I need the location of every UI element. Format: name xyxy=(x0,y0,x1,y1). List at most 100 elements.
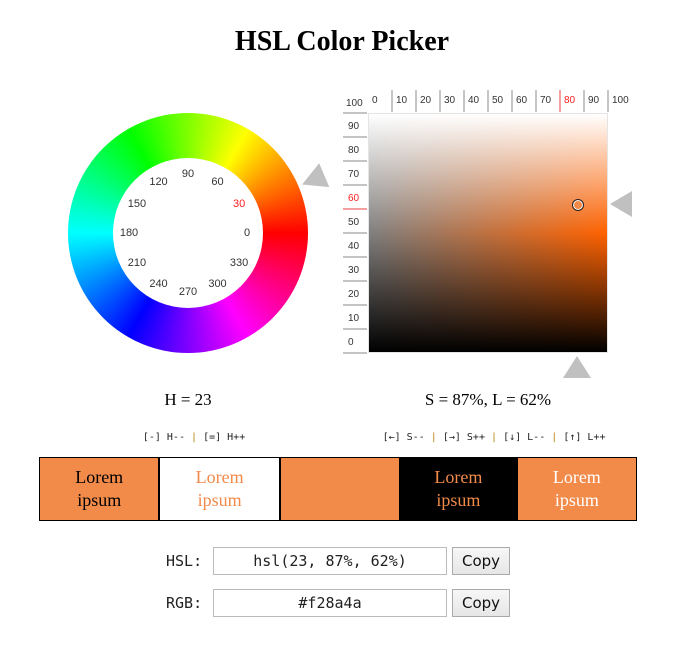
hue-wheel[interactable] xyxy=(68,113,308,353)
saturation-tick-label: 70 xyxy=(540,95,552,106)
hue-tick-label: 30 xyxy=(232,197,246,210)
swatch: Lorem ipsum xyxy=(517,458,637,520)
hue-tick-label: 60 xyxy=(211,175,224,188)
lightness-ruler: 90 80 70 60 50 40 30 20 10 0 xyxy=(343,113,367,354)
saturation-tick-label: 80 xyxy=(564,95,576,106)
saturation-tick-label: 60 xyxy=(516,95,528,106)
hue-shortcuts: [-] H-- | [=] H++ xyxy=(88,421,288,443)
saturation-tick-label: 100 xyxy=(612,95,629,106)
ruler-tick xyxy=(343,208,367,210)
swatch-text: Lorem ipsum xyxy=(195,467,244,510)
hue-tick-label: 120 xyxy=(149,175,168,188)
shortcut-action: S-- xyxy=(406,432,425,443)
hue-tick-label: 270 xyxy=(178,286,198,298)
lightness-pointer-icon[interactable] xyxy=(610,191,632,218)
hsl-row: HSL: Copy xyxy=(0,547,684,575)
lightness-tick-label: 40 xyxy=(348,241,360,252)
ruler-tick xyxy=(343,136,367,138)
swatch-text: Lorem ipsum xyxy=(75,467,124,510)
ruler-tick xyxy=(343,160,367,162)
separator: | xyxy=(430,432,437,443)
lightness-tick-label: 60 xyxy=(348,193,360,204)
ruler-tick xyxy=(607,90,609,112)
saturation-tick-label: 40 xyxy=(468,95,480,106)
ruler-tick xyxy=(487,90,489,112)
rgb-label: RGB: xyxy=(166,594,203,612)
separator: | xyxy=(191,432,198,443)
hue-tick-label: 180 xyxy=(119,227,139,239)
hue-readout: H = 23 xyxy=(164,390,212,409)
hue-tick-label: 210 xyxy=(127,256,147,269)
saturation-ruler: 0 10 20 30 40 50 60 70 80 90 100 xyxy=(368,90,629,112)
ruler-tick xyxy=(463,90,465,112)
saturation-pointer-icon[interactable] xyxy=(562,356,591,378)
page-title: HSL Color Picker xyxy=(234,26,450,57)
shortcut-key: [-] xyxy=(142,432,161,443)
lightness-tick-label: 0 xyxy=(348,337,354,348)
separator: | xyxy=(491,432,498,443)
shortcut-action: S++ xyxy=(466,432,485,443)
shortcut-key: [←] xyxy=(382,432,401,443)
lightness-gradient xyxy=(369,114,607,352)
saturation-tick-label: 90 xyxy=(588,95,600,106)
circle-marker-icon[interactable] xyxy=(571,199,584,212)
swatch xyxy=(278,458,400,520)
swatch: Lorem ipsum xyxy=(158,458,279,520)
swatch-text: Lorem ipsum xyxy=(434,467,483,510)
swatch: Lorem ipsum xyxy=(399,458,518,520)
lightness-tick-label: 10 xyxy=(348,313,360,324)
ruler-tick xyxy=(511,90,513,112)
ruler-tick xyxy=(343,280,367,282)
saturation-lightness-square[interactable] xyxy=(368,113,608,353)
hue-tick-label: 330 xyxy=(229,256,249,269)
corner-label: 100 xyxy=(346,98,363,109)
saturation-tick-label: 0 xyxy=(372,95,378,106)
lightness-tick-label: 30 xyxy=(348,265,360,276)
hue-tick-label: 300 xyxy=(208,278,227,291)
ruler-tick xyxy=(535,90,537,112)
ruler-tick xyxy=(343,352,367,354)
ruler-tick xyxy=(343,184,367,186)
lightness-tick-label: 20 xyxy=(348,289,360,300)
rgb-field[interactable] xyxy=(213,589,447,617)
shortcut-action: L++ xyxy=(587,432,606,443)
hue-tick-label: 0 xyxy=(243,227,251,239)
hsl-field[interactable] xyxy=(213,547,447,575)
swatch-text: Lorem ipsum xyxy=(552,467,601,510)
hue-tick-label: 90 xyxy=(181,168,195,180)
shortcut-key: [→] xyxy=(442,432,461,443)
copy-rgb-button[interactable]: Copy xyxy=(452,589,510,617)
saturation-tick-label: 30 xyxy=(444,95,456,106)
shortcut-action: H-- xyxy=(166,432,185,443)
ruler-tick xyxy=(343,304,367,306)
ruler-tick xyxy=(583,90,585,112)
hue-tick-label: 240 xyxy=(149,278,168,291)
ruler-tick xyxy=(343,256,367,258)
shortcut-action: H++ xyxy=(227,432,246,443)
ruler-tick xyxy=(391,90,393,112)
saturation-tick-label: 50 xyxy=(492,95,504,106)
ruler-tick xyxy=(343,328,367,330)
lightness-tick-label: 90 xyxy=(348,121,360,132)
ruler-tick xyxy=(343,232,367,234)
ruler-tick xyxy=(559,90,561,112)
hsl-label: HSL: xyxy=(166,552,203,570)
ruler-tick xyxy=(415,90,417,112)
shortcut-key: [↑] xyxy=(563,432,582,443)
separator: | xyxy=(551,432,558,443)
copy-hsl-button[interactable]: Copy xyxy=(452,547,510,575)
hue-tick-label: 150 xyxy=(127,197,147,210)
sl-readout: S = 87%, L = 62% xyxy=(424,390,552,409)
sl-shortcuts: [←] S-- | [→] S++ | [↓] L-- | [↑] L++ xyxy=(338,421,638,443)
contrast-swatches: Lorem ipsum Lorem ipsum Lorem ipsum Lore… xyxy=(39,457,637,521)
lightness-tick-label: 70 xyxy=(348,169,360,180)
shortcut-key: [↓] xyxy=(503,432,522,443)
rgb-row: RGB: Copy xyxy=(0,589,684,617)
ruler-tick xyxy=(439,90,441,112)
shortcut-key: [=] xyxy=(203,432,222,443)
lightness-tick-label: 80 xyxy=(348,145,360,156)
saturation-tick-label: 20 xyxy=(420,95,432,106)
lightness-tick-label: 50 xyxy=(348,217,360,228)
hue-pointer-triangle[interactable] xyxy=(302,163,330,188)
saturation-tick-label: 10 xyxy=(396,95,408,106)
